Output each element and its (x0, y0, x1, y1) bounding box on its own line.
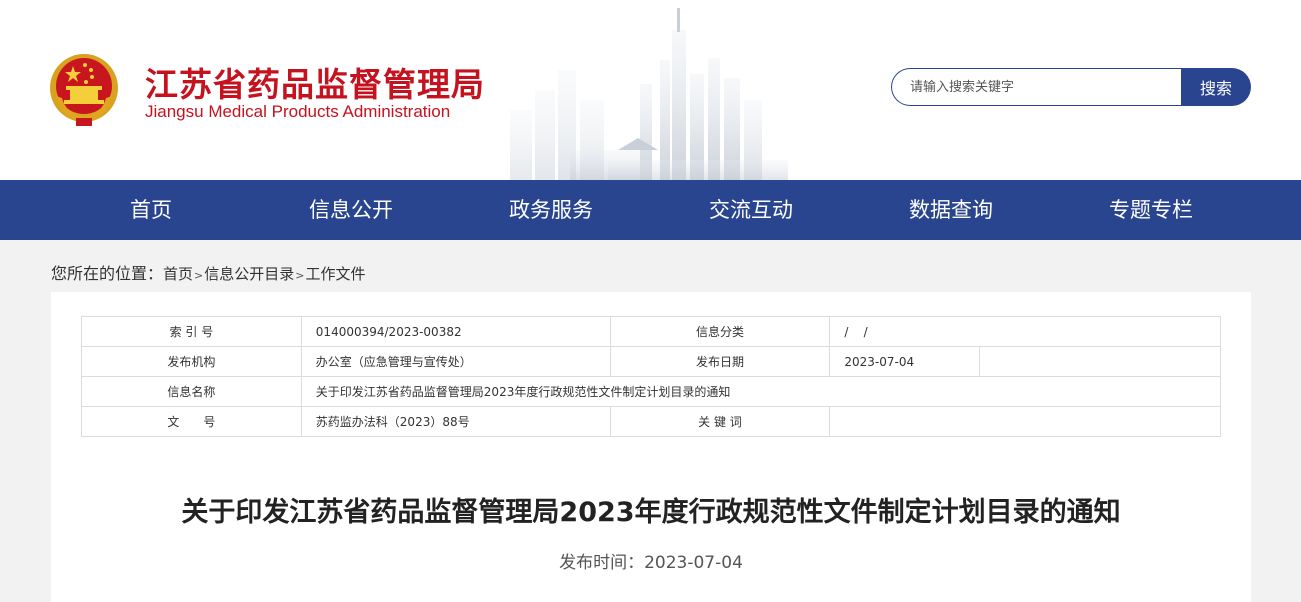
category-label: 信息分类 (609, 316, 831, 347)
breadcrumb-item-work-documents[interactable]: 工作文件 (305, 265, 365, 283)
site-subtitle: Jiangsu Medical Products Administration (145, 102, 451, 121)
city-skyline-image (510, 8, 788, 180)
document-number-value: 苏药监办法科（2023）88号 (300, 406, 611, 437)
nav-item-special-topics[interactable]: 专题专栏 (1051, 180, 1251, 240)
index-number-value: 014000394/2023-00382 (300, 316, 611, 347)
nav-item-home[interactable]: 首页 (51, 180, 251, 240)
breadcrumb-item-info-catalog[interactable]: 信息公开目录 (204, 265, 294, 283)
breadcrumb-label: 您所在的位置： (51, 264, 164, 283)
breadcrumb-separator: > (295, 269, 305, 282)
nav-item-gov-services[interactable]: 政务服务 (451, 180, 651, 240)
national-emblem-icon (50, 54, 118, 126)
info-name-label: 信息名称 (81, 376, 302, 407)
main-nav: 首页 信息公开 政务服务 交流互动 数据查询 专题专栏 (0, 180, 1301, 240)
info-name-value: 关于印发江苏省药品监督管理局2023年度行政规范性文件制定计划目录的通知 (300, 376, 1222, 407)
publish-time-label: 发布时间： (559, 553, 645, 573)
table-row: 文 号 苏药监办法科（2023）88号 关 键 词 (81, 406, 1221, 437)
article-title: 关于印发江苏省药品监督管理局2023年度行政规范性文件制定计划目录的通知 (181, 497, 1121, 528)
document-number-label: 文 号 (81, 406, 302, 437)
search-button[interactable]: 搜索 (1181, 68, 1251, 106)
nav-item-interaction[interactable]: 交流互动 (651, 180, 851, 240)
breadcrumb-item-home[interactable]: 首页 (163, 265, 193, 283)
publisher-value: 办公室（应急管理与宣传处） (300, 346, 611, 377)
keywords-value (829, 406, 1221, 437)
keywords-label: 关 键 词 (609, 406, 831, 437)
publish-date-value: 2023-07-04 (829, 346, 981, 377)
table-row: 索 引 号 014000394/2023-00382 信息分类 / / (81, 316, 1221, 347)
empty-cell (979, 346, 1221, 377)
publish-time: 发布时间：2023-07-04 (51, 548, 1251, 573)
content-panel: 索 引 号 014000394/2023-00382 信息分类 / / 发布机构… (51, 292, 1251, 602)
document-info-table: 索 引 号 014000394/2023-00382 信息分类 / / 发布机构… (81, 316, 1222, 437)
search-input[interactable] (891, 68, 1181, 106)
nav-item-info-disclosure[interactable]: 信息公开 (251, 180, 451, 240)
publish-date-label: 发布日期 (609, 346, 831, 377)
index-number-label: 索 引 号 (81, 316, 302, 347)
table-row: 发布机构 办公室（应急管理与宣传处） 发布日期 2023-07-04 (81, 346, 1221, 377)
breadcrumb-separator: > (194, 269, 204, 282)
nav-item-data-query[interactable]: 数据查询 (851, 180, 1051, 240)
site-header: 江苏省药品监督管理局 Jiangsu Medical Products Admi… (0, 0, 1301, 180)
site-title: 江苏省药品监督管理局 (145, 65, 485, 104)
table-row: 信息名称 关于印发江苏省药品监督管理局2023年度行政规范性文件制定计划目录的通… (81, 376, 1222, 407)
publisher-label: 发布机构 (81, 346, 302, 377)
publish-time-value: 2023-07-04 (644, 553, 743, 573)
search-bar: 搜索 (891, 68, 1251, 106)
breadcrumb: 您所在的位置：首页>信息公开目录>工作文件 (51, 260, 366, 284)
category-value: / / (829, 316, 1221, 347)
